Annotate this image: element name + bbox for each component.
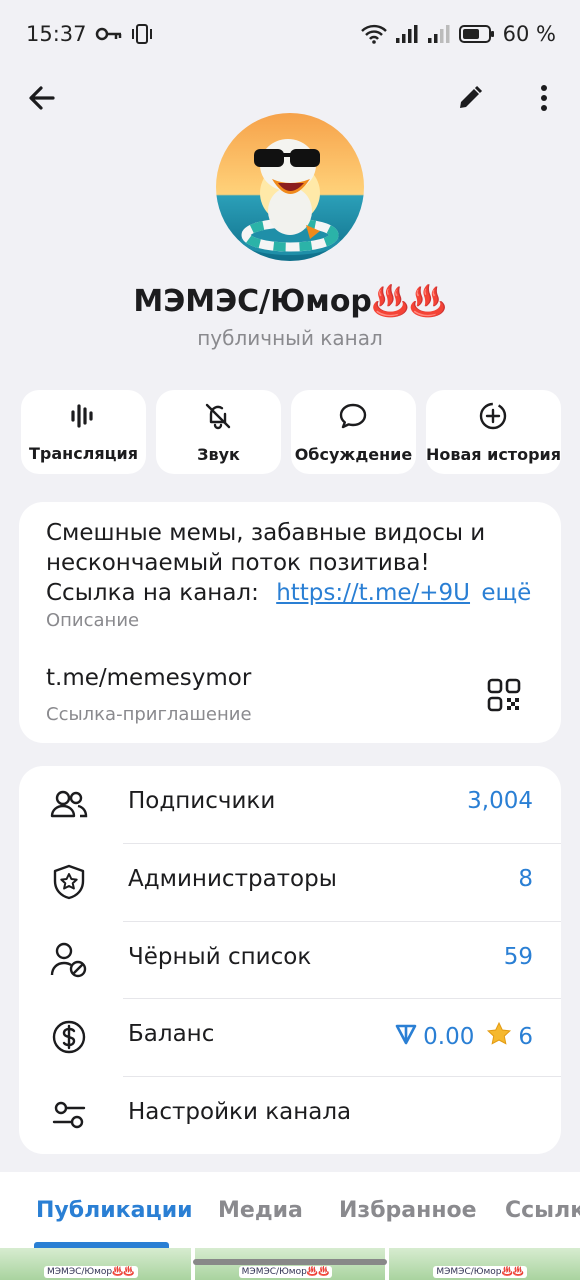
blacklist-label: Чёрный список: [128, 944, 312, 970]
status-time: 15:37: [26, 22, 87, 46]
back-button[interactable]: [18, 76, 66, 124]
thumbnail-caption: МЭМЭС/Юмор♨️♨️: [433, 1266, 527, 1278]
chat-bubble-icon: [338, 401, 368, 435]
shield-star-icon: [49, 862, 89, 902]
tab-links[interactable]: Ссылки: [505, 1198, 580, 1223]
live-stream-label: Трансляция: [28, 443, 139, 463]
channel-description: Смешные мемы, забавные видосы и несконча…: [46, 518, 536, 608]
action-buttons-row: Трансляция Звук Обсуждение Новая история: [21, 390, 561, 474]
description-link-prefix: Ссылка на канал:: [46, 580, 259, 606]
channel-avatar[interactable]: [216, 113, 364, 261]
mute-label: Звук: [197, 444, 240, 464]
blacklist-count: 59: [503, 944, 533, 970]
wifi-icon: [360, 24, 387, 44]
channel-info-list: Подписчики 3,004 Администраторы 8 Чёрный…: [19, 766, 561, 1154]
blacklist-row[interactable]: Чёрный список 59: [19, 922, 561, 999]
ton-icon: [395, 1023, 417, 1051]
channel-settings-row[interactable]: Настройки канала: [19, 1077, 561, 1154]
star-icon: [486, 1021, 512, 1053]
subscribers-count: 3,004: [467, 788, 533, 814]
channel-title: МЭМЭС/Юмор♨️♨️: [133, 284, 447, 319]
invite-link[interactable]: t.me/memesymor: [46, 665, 251, 691]
description-line: нескончаемый поток позитива!: [46, 550, 430, 576]
battery-icon: [458, 24, 495, 44]
balance-label: Баланс: [128, 1021, 215, 1047]
mute-button[interactable]: Звук: [155, 390, 281, 474]
channel-subtitle: публичный канал: [197, 326, 383, 350]
balance-row[interactable]: Баланс 0.00 6: [19, 999, 561, 1076]
arrow-left-icon: [27, 83, 57, 117]
bell-off-icon: [203, 401, 233, 435]
description-link[interactable]: https://t.me/+9U: [276, 580, 470, 606]
invite-link-label: Ссылка-приглашение: [46, 704, 252, 725]
read-more-link[interactable]: ещё: [481, 580, 531, 606]
more-menu-button[interactable]: [520, 76, 568, 124]
pencil-icon: [456, 84, 484, 116]
duck-avatar-image: [216, 113, 364, 261]
new-story-button[interactable]: Новая история: [425, 390, 561, 474]
channel-settings-label: Настройки канала: [128, 1099, 352, 1125]
discussion-button[interactable]: Обсуждение: [290, 390, 416, 474]
vibrate-icon: [131, 23, 153, 45]
description-label: Описание: [46, 610, 140, 631]
admins-row[interactable]: Администраторы 8: [19, 844, 561, 921]
new-story-label: Новая история: [425, 444, 561, 464]
description-link-line: Ссылка на канал: https://t.me/+9U ещё: [46, 578, 536, 608]
user-blocked-icon: [49, 940, 89, 980]
sliders-icon: [49, 1095, 89, 1135]
subscribers-label: Подписчики: [128, 788, 276, 814]
live-stream-icon: [69, 402, 97, 434]
key-icon: [95, 26, 123, 42]
signal-icon: [427, 24, 451, 44]
battery-percent: 60 %: [502, 22, 556, 46]
description-line: Смешные мемы, забавные видосы и: [46, 520, 486, 546]
dollar-circle-icon: [49, 1017, 89, 1057]
thumbnail-caption: МЭМЭС/Юмор♨️♨️: [44, 1266, 138, 1278]
admins-count: 8: [518, 866, 533, 892]
post-thumbnail[interactable]: МЭМЭС/Юмор♨️♨️: [389, 1248, 580, 1280]
edit-button[interactable]: [446, 76, 494, 124]
status-bar: 15:37 60 %: [0, 0, 580, 68]
add-story-icon: [478, 401, 508, 435]
thumbnail-caption: МЭМЭС/Юмор♨️♨️: [238, 1266, 333, 1278]
live-stream-button[interactable]: Трансляция: [21, 390, 146, 474]
discussion-label: Обсуждение: [294, 444, 413, 464]
home-indicator: [193, 1259, 387, 1265]
media-tabs: Публикации Медиа Избранное Ссылки: [0, 1172, 580, 1248]
tab-publications[interactable]: Публикации: [36, 1198, 193, 1223]
signal-icon: [395, 24, 419, 44]
post-thumbnail[interactable]: МЭМЭС/Юмор♨️♨️: [0, 1248, 191, 1280]
ton-balance: 0.00: [423, 1024, 475, 1050]
stars-balance: 6: [518, 1024, 533, 1050]
users-icon: [49, 784, 89, 824]
qr-code-icon: [486, 678, 522, 717]
qr-code-button[interactable]: [486, 677, 526, 717]
tab-media[interactable]: Медиа: [218, 1198, 303, 1223]
more-vertical-icon: [540, 84, 548, 116]
tab-favorites[interactable]: Избранное: [339, 1198, 477, 1223]
admins-label: Администраторы: [128, 866, 337, 892]
balance-value: 0.00 6: [395, 1021, 533, 1053]
subscribers-row[interactable]: Подписчики 3,004: [19, 766, 561, 843]
